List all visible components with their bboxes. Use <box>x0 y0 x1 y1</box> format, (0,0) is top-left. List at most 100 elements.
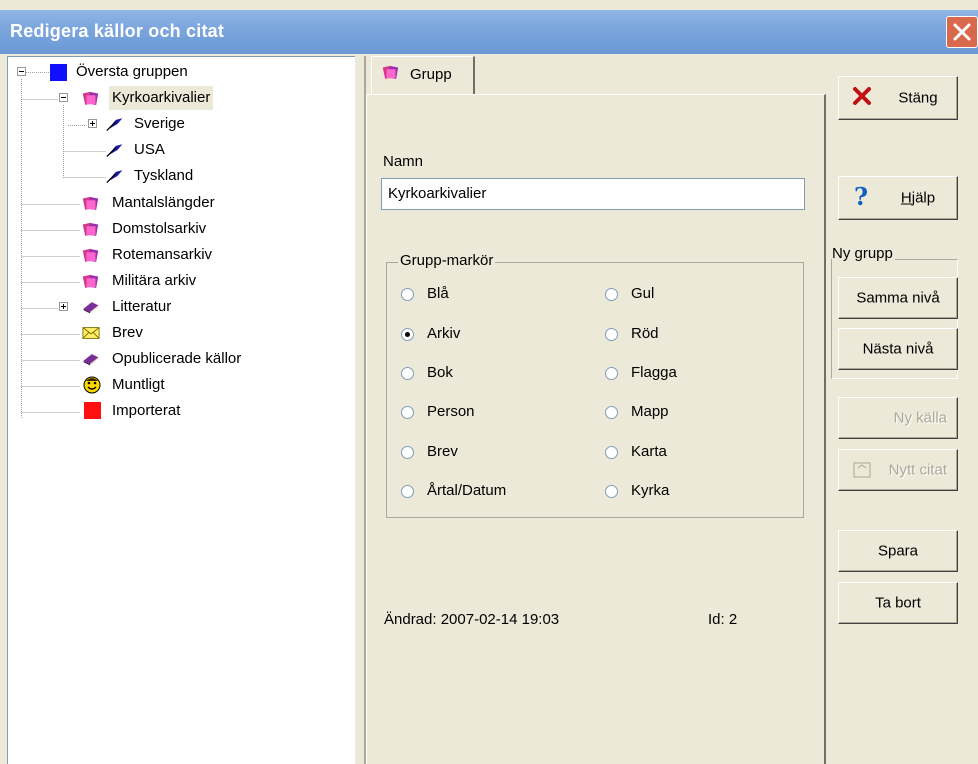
tree-item-label: Opublicerade källor <box>112 350 242 367</box>
next-level-button[interactable]: Nästa nivå <box>838 328 958 370</box>
tree-item-label: Tyskland <box>134 167 194 184</box>
books-icon <box>82 196 99 210</box>
tree-item-label: Mantalslängder <box>112 194 215 211</box>
radio-button-icon[interactable] <box>605 446 618 459</box>
radio-label: Blå <box>427 285 449 302</box>
id-label: Id: 2 <box>708 611 738 628</box>
same-level-button[interactable]: Samma nivå <box>838 277 958 319</box>
group-marker-title: Grupp-markör <box>398 252 496 269</box>
radio-button-icon[interactable] <box>605 485 618 498</box>
help-button[interactable]: ? Hjälp <box>838 176 958 220</box>
close-button[interactable]: Stäng <box>838 76 958 120</box>
tree-item-label: Litteratur <box>112 298 172 315</box>
new-citation-button[interactable]: Nytt citat <box>838 449 958 491</box>
help-button-label: Hjälp <box>900 189 936 207</box>
tree-item-label: Översta gruppen <box>76 63 188 80</box>
book-icon <box>83 302 99 314</box>
books-icon <box>82 91 99 105</box>
radio-label: Röd <box>631 325 659 342</box>
source-tree[interactable]: Översta gruppen Kyrkoarkivalier Sverige … <box>7 56 355 764</box>
close-button-label: Stäng <box>898 89 938 107</box>
new-source-button[interactable]: Ny källa <box>838 397 958 439</box>
tree-item-oversta-gruppen[interactable]: Översta gruppen <box>8 60 348 84</box>
tree-item-label: Brev <box>112 324 143 341</box>
tree-item-usa[interactable]: USA <box>8 138 348 162</box>
window-close-button[interactable] <box>946 16 978 48</box>
quill-icon <box>106 170 123 183</box>
tree-item-mantalslangder[interactable]: Mantalslängder <box>8 191 348 215</box>
name-field[interactable]: Kyrkoarkivalier <box>381 178 805 210</box>
radio-button-icon[interactable] <box>605 406 618 419</box>
close-icon <box>953 23 971 41</box>
radio-label: Person <box>427 403 475 420</box>
books-icon <box>82 248 99 262</box>
radio-label: Mapp <box>631 403 669 420</box>
tree-item-label: USA <box>134 141 165 158</box>
tree-item-muntligt[interactable]: Muntligt <box>8 373 348 397</box>
window-title: Redigera källor och citat <box>10 21 225 41</box>
radio-button-icon[interactable] <box>605 288 618 301</box>
next-level-label: Nästa nivå <box>862 340 934 358</box>
book-icon <box>83 354 99 366</box>
radio-label: Karta <box>631 443 667 460</box>
radio-label: Brev <box>427 443 458 460</box>
save-button[interactable]: Spara <box>838 530 958 572</box>
radio-label: Gul <box>631 285 655 302</box>
radio-button-icon[interactable] <box>401 406 414 419</box>
tree-item-kyrkoarkivalier[interactable]: Kyrkoarkivalier <box>8 86 348 110</box>
radio-label: Bok <box>427 364 453 381</box>
quill-icon <box>106 144 123 157</box>
quill-icon <box>106 118 123 131</box>
tree-item-domstolsarkiv[interactable]: Domstolsarkiv <box>8 217 348 241</box>
blue-square-icon <box>50 64 67 81</box>
save-label: Spara <box>877 542 919 560</box>
radio-label: Arkiv <box>427 325 461 342</box>
tab-grupp[interactable]: Grupp <box>371 56 475 94</box>
new-citation-label: Nytt citat <box>888 461 947 479</box>
radio-button-icon[interactable] <box>605 328 618 341</box>
tree-item-label: Domstolsarkiv <box>112 220 207 237</box>
tree-item-label: Kyrkoarkivalier <box>109 86 214 110</box>
collapse-toggle-icon[interactable] <box>59 93 68 102</box>
red-x-icon <box>853 87 871 105</box>
tree-item-litteratur[interactable]: Litteratur <box>8 295 348 319</box>
radio-label: Flagga <box>631 364 677 381</box>
books-icon <box>382 65 399 79</box>
radio-button-icon[interactable] <box>401 446 414 459</box>
collapse-toggle-icon[interactable] <box>17 67 26 76</box>
tab-label: Grupp <box>410 66 452 83</box>
delete-button[interactable]: Ta bort <box>838 582 958 624</box>
face-icon <box>83 376 101 394</box>
tree-item-militara-arkiv[interactable]: Militära arkiv <box>8 269 348 293</box>
envelope-icon <box>82 327 100 339</box>
same-level-label: Samma nivå <box>856 289 940 307</box>
red-square-icon <box>84 402 101 419</box>
tree-item-label: Importerat <box>112 402 181 419</box>
delete-label: Ta bort <box>875 594 921 612</box>
radio-label: Kyrka <box>631 482 670 499</box>
radio-button-icon[interactable] <box>605 367 618 380</box>
new-group-title: Ny grupp <box>832 245 895 262</box>
tree-item-label: Rotemansarkiv <box>112 246 213 263</box>
tree-item-opublicerade-kallor[interactable]: Opublicerade källor <box>8 347 348 371</box>
tree-item-label: Sverige <box>134 115 185 132</box>
tree-item-rotemansarkiv[interactable]: Rotemansarkiv <box>8 243 348 267</box>
title-bar: Redigera källor och citat <box>0 10 978 54</box>
tree-item-label: Militära arkiv <box>112 272 197 289</box>
radio-button-selected-icon[interactable] <box>401 328 414 341</box>
expand-toggle-icon[interactable] <box>88 119 97 128</box>
expand-toggle-icon[interactable] <box>59 302 68 311</box>
tree-item-label: Muntligt <box>112 376 165 393</box>
changed-timestamp: Ändrad: 2007-02-14 19:03 <box>384 611 560 628</box>
books-icon <box>82 274 99 288</box>
books-icon <box>82 222 99 236</box>
radio-button-icon[interactable] <box>401 288 414 301</box>
tree-item-tyskland[interactable]: Tyskland <box>8 164 348 188</box>
radio-button-icon[interactable] <box>401 485 414 498</box>
tree-item-brev[interactable]: Brev <box>8 321 348 345</box>
tree-item-sverige[interactable]: Sverige <box>8 112 348 136</box>
svg-text:?: ? <box>854 183 868 209</box>
name-label: Namn <box>383 153 424 170</box>
radio-button-icon[interactable] <box>401 367 414 380</box>
tree-item-importerat[interactable]: Importerat <box>8 399 348 423</box>
